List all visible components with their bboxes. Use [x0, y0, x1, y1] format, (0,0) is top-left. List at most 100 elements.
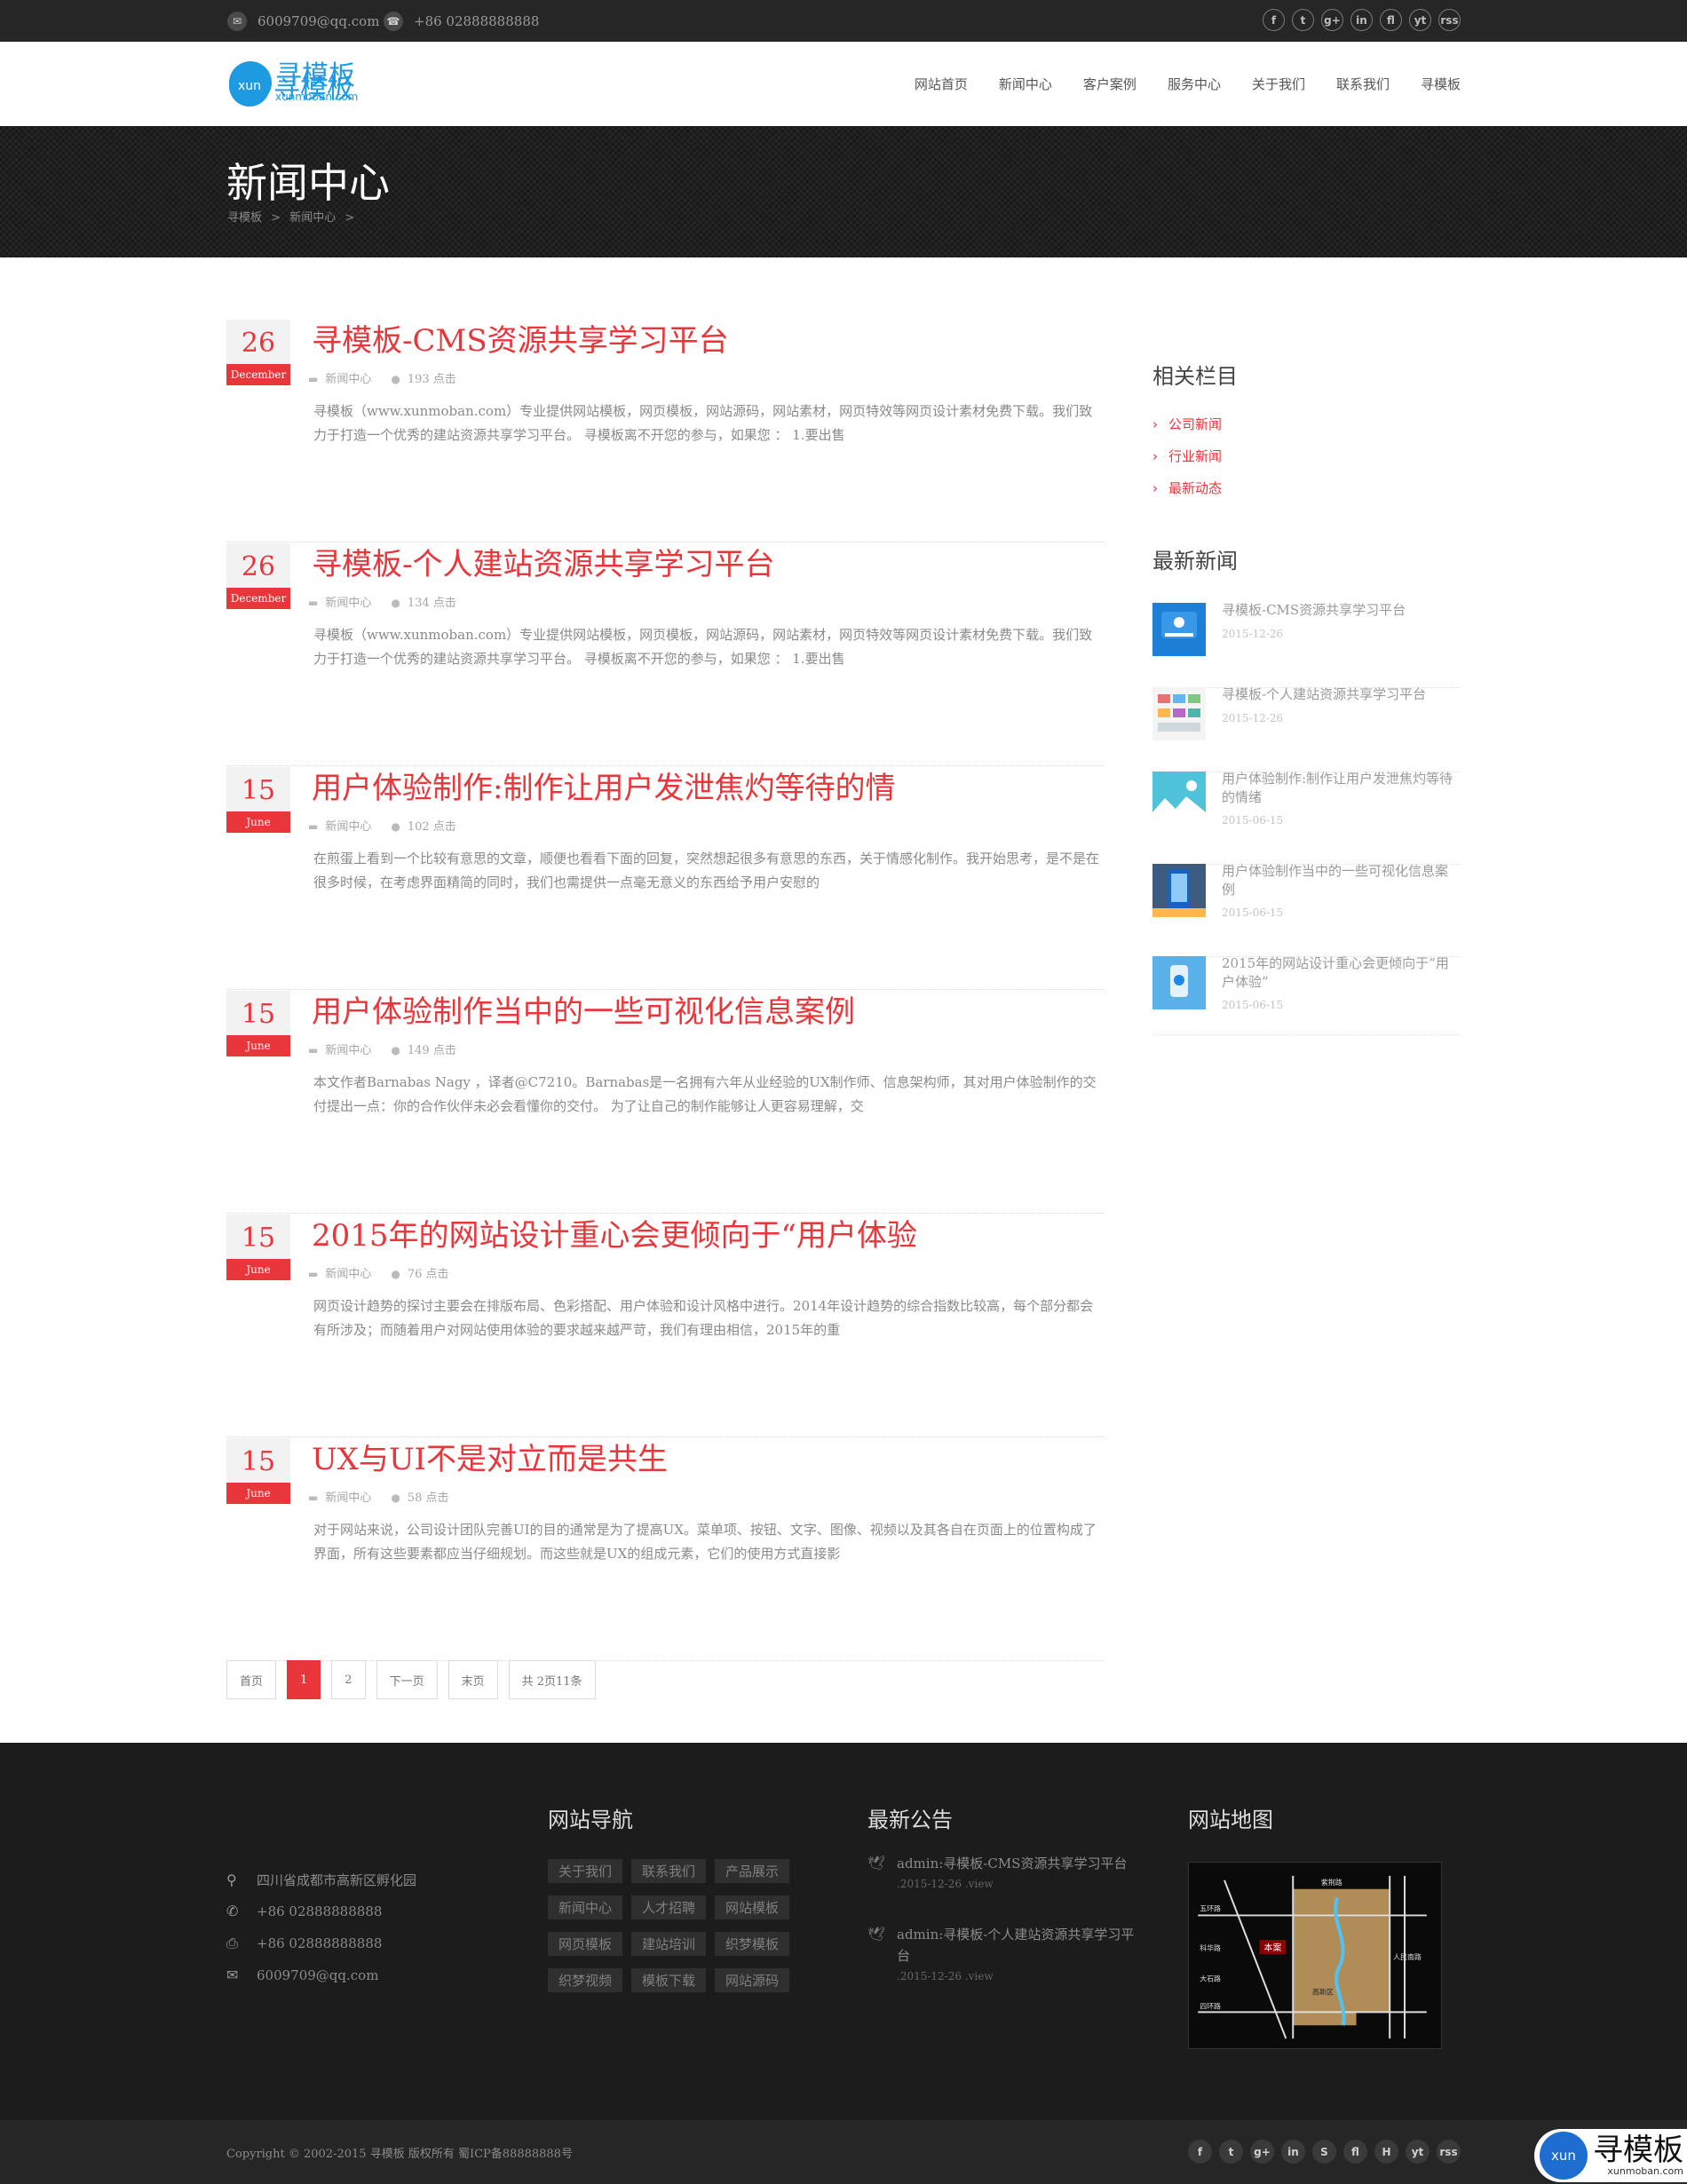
- flickr-icon[interactable]: fl: [1380, 9, 1402, 31]
- news-thumbnail: [1152, 603, 1206, 656]
- sidebar-news-item[interactable]: 用户体验制作:制作让用户发泄焦灼等待的情绪 2015-06-15: [1152, 771, 1461, 865]
- footer-tag[interactable]: 人才招聘: [631, 1895, 707, 1919]
- twitter-icon[interactable]: t: [1219, 2140, 1243, 2164]
- pagination-next[interactable]: 下一页: [376, 1660, 438, 1699]
- chevron-right-icon: ›: [1152, 448, 1158, 464]
- news-post: 15 June 用户体验制作当中的一些可视化信息案例 ▬ 新闻中心 ● 149 点击 本文作者…: [226, 991, 1105, 1214]
- post-excerpt: 在煎蛋上看到一个比较有意思的文章，顺便也看看下面的回复，突然想起很多有意思的东西…: [313, 851, 1100, 890]
- pagination-last[interactable]: 末页: [447, 1660, 498, 1699]
- chevron-right-icon: ›: [1152, 416, 1158, 432]
- post-excerpt: 寻模板（www.xunmoban.com）专业提供网站模板，网页模板，网站源码，…: [313, 627, 1093, 667]
- rss-icon[interactable]: rss: [1437, 2140, 1461, 2164]
- footer-tag[interactable]: 模板下载: [631, 1968, 707, 1992]
- google-plus-icon[interactable]: g+: [1321, 9, 1343, 31]
- linkedin-icon[interactable]: in: [1350, 9, 1373, 31]
- nav-item-home[interactable]: 网站首页: [915, 75, 968, 93]
- news-title: 寻模板-CMS资源共享学习平台: [1222, 602, 1406, 618]
- post-date: 15 June: [226, 767, 290, 833]
- news-date: 2015-06-15: [1222, 906, 1284, 919]
- footer-tag[interactable]: 网站源码: [715, 1968, 790, 1992]
- breadcrumb-news[interactable]: 新闻中心: [289, 211, 336, 225]
- sidebar-category-latest[interactable]: › 最新动态: [1152, 479, 1222, 497]
- post-date: 15 June: [226, 991, 290, 1056]
- post-title[interactable]: 2015年的网站设计重心会更倾向于“用户体验: [312, 1211, 917, 1254]
- post-title[interactable]: UX与UI不是对立而是共生: [312, 1435, 668, 1478]
- nav-item-service[interactable]: 服务中心: [1168, 75, 1221, 93]
- nav-item-cases[interactable]: 客户案例: [1083, 75, 1137, 93]
- watermark-badge: xun: [1540, 2132, 1588, 2180]
- sidebar-news-item[interactable]: 寻模板-个人建站资源共享学习平台 2015-12-26: [1152, 686, 1461, 772]
- post-title[interactable]: 寻模板-个人建站资源共享学习平台: [312, 540, 775, 583]
- sidebar-category-company[interactable]: › 公司新闻: [1152, 415, 1222, 433]
- envelope-icon: ✉: [227, 11, 247, 31]
- footer-tag[interactable]: 关于我们: [548, 1859, 623, 1883]
- comments-icon: ●: [391, 597, 400, 609]
- footer-nav-title: 网站导航: [548, 1808, 633, 1832]
- post-date: 15 June: [226, 1438, 290, 1504]
- map-label: 五环路: [1200, 1903, 1221, 1912]
- post-category[interactable]: 新闻中心: [325, 1268, 371, 1281]
- post-title[interactable]: 用户体验制作当中的一些可视化信息案例: [312, 987, 855, 1031]
- post-category[interactable]: 新闻中心: [325, 373, 371, 386]
- post-views: 76 点击: [407, 1268, 449, 1281]
- footer-notice-item[interactable]: 🕊 admin:寻模板-CMS资源共享学习平台 .2015-12-26 .vie…: [867, 1853, 1143, 1890]
- footer-tag[interactable]: 织梦模板: [715, 1932, 790, 1956]
- folder-icon: ▬: [308, 1492, 319, 1504]
- twitter-icon[interactable]: t: [1292, 9, 1314, 31]
- footer-tag[interactable]: 建站培训: [631, 1932, 707, 1956]
- html5-icon[interactable]: H: [1374, 2140, 1398, 2164]
- printer-icon: ⎙: [226, 1935, 238, 1951]
- footer-phone: ✆ +86 02888888888: [226, 1903, 383, 1919]
- youtube-icon[interactable]: yt: [1406, 2140, 1430, 2164]
- facebook-icon[interactable]: f: [1263, 9, 1285, 31]
- flickr-icon[interactable]: fl: [1343, 2140, 1367, 2164]
- sidebar-news-item[interactable]: 用户体验制作当中的一些可视化信息案例 2015-06-15: [1152, 863, 1461, 957]
- post-category[interactable]: 新闻中心: [325, 597, 371, 610]
- post-category[interactable]: 新闻中心: [325, 1044, 371, 1057]
- rss-icon[interactable]: rss: [1438, 9, 1461, 31]
- skype-icon[interactable]: S: [1312, 2140, 1336, 2164]
- sidebar-news-item[interactable]: 寻模板-CMS资源共享学习平台 2015-12-26: [1152, 602, 1461, 688]
- footer-tag[interactable]: 联系我们: [631, 1859, 707, 1883]
- post-month: June: [226, 1483, 290, 1504]
- footer-tag[interactable]: 产品展示: [715, 1859, 790, 1883]
- nav-item-contact[interactable]: 联系我们: [1336, 75, 1390, 93]
- post-views: 58 点击: [407, 1492, 449, 1505]
- topbar-social-links: f t g+ in fl yt rss: [1263, 9, 1461, 31]
- news-date: 2015-12-26: [1222, 712, 1284, 724]
- footer-tag[interactable]: 织梦视频: [548, 1968, 623, 1992]
- pagination-page-1[interactable]: 1: [287, 1660, 321, 1699]
- nav-item-about[interactable]: 关于我们: [1252, 75, 1305, 93]
- sidebar-news-item[interactable]: 2015年的网站设计重心会更倾向于“用户体验” 2015-06-15: [1152, 955, 1461, 1035]
- location-map[interactable]: 本案 五环路 四环路 科华路 大石路 紫荆路 人民南路 高新区: [1188, 1862, 1442, 2049]
- youtube-icon[interactable]: yt: [1409, 9, 1431, 31]
- sidebar-category-industry[interactable]: › 行业新闻: [1152, 447, 1222, 465]
- linkedin-icon[interactable]: in: [1281, 2140, 1305, 2164]
- pagination-page-2[interactable]: 2: [331, 1660, 366, 1699]
- notice-meta: .2015-12-26 .view: [897, 1878, 994, 1890]
- phone-icon: ☎: [384, 11, 403, 31]
- comments-icon: ●: [391, 373, 400, 385]
- facebook-icon[interactable]: f: [1188, 2140, 1212, 2164]
- pagination-first[interactable]: 首页: [226, 1660, 277, 1699]
- pagination-summary: 共 2页11条: [508, 1660, 596, 1699]
- post-date: 26 December: [226, 543, 290, 609]
- footer-tag[interactable]: 新闻中心: [548, 1895, 623, 1919]
- post-title[interactable]: 用户体验制作:制作让用户发泄焦灼等待的情: [312, 764, 895, 807]
- nav-item-xunmoban[interactable]: 寻模板: [1421, 75, 1461, 93]
- footer-logo[interactable]: xun 寻模板: [229, 66, 353, 107]
- breadcrumb-home[interactable]: 寻模板: [227, 211, 262, 225]
- google-plus-icon[interactable]: g+: [1250, 2140, 1274, 2164]
- post-day: 15: [226, 767, 290, 811]
- map-label: 大石路: [1200, 1974, 1221, 1983]
- news-date: 2015-06-15: [1222, 999, 1284, 1011]
- footer-tag[interactable]: 网页模板: [548, 1932, 623, 1956]
- post-category[interactable]: 新闻中心: [325, 1492, 371, 1505]
- nav-item-news[interactable]: 新闻中心: [999, 75, 1052, 93]
- post-category[interactable]: 新闻中心: [325, 820, 371, 834]
- footer-tag[interactable]: 网站模板: [715, 1895, 790, 1919]
- footer-notice-item[interactable]: 🕊 admin:寻模板-个人建站资源共享学习平台 .2015-12-26 .vi…: [867, 1924, 1143, 1982]
- post-title[interactable]: 寻模板-CMS资源共享学习平台: [312, 316, 729, 360]
- post-views: 193 点击: [407, 373, 456, 386]
- post-excerpt: 网页设计趋势的探讨主要会在排版布局、色彩搭配、用户体验和设计风格中进行。2014…: [313, 1298, 1094, 1338]
